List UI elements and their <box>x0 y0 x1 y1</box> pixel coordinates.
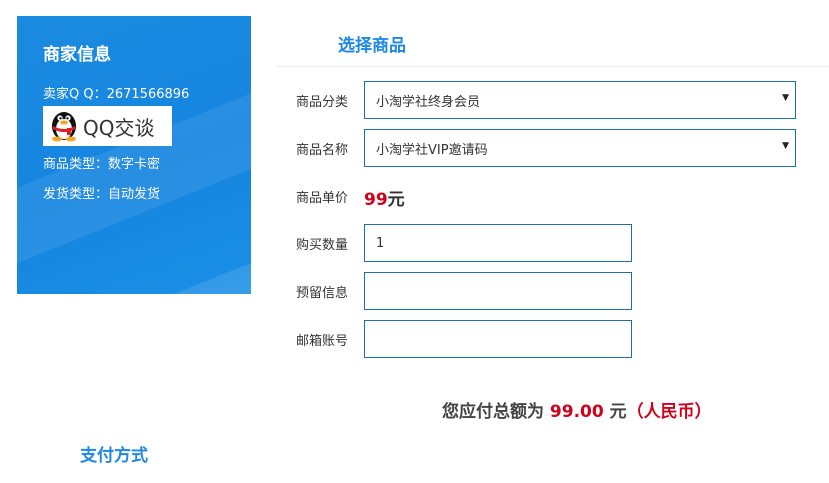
caret-down-icon: ▼ <box>782 141 789 151</box>
unit-price-number: 99 <box>364 190 388 210</box>
product-name-label: 商品名称 <box>296 143 349 158</box>
payment-method-title: 支付方式 <box>80 446 148 466</box>
quantity-value: 1 <box>376 235 385 251</box>
seller-info-title: 商家信息 <box>43 45 111 65</box>
qq-penguin-icon <box>43 106 81 146</box>
quantity-label: 购买数量 <box>296 238 349 253</box>
total-amount: 99.00 <box>549 402 604 422</box>
section-divider <box>276 66 829 67</box>
total-unit: 元 <box>609 402 627 422</box>
unit-price-unit: 元 <box>387 190 405 210</box>
category-select[interactable]: 小淘学社终身会员 ▼ <box>364 81 796 119</box>
qq-chat-button[interactable]: QQ交谈 <box>43 106 172 146</box>
reserved-info-label: 预留信息 <box>296 286 349 301</box>
email-label: 邮箱账号 <box>296 334 349 349</box>
qq-chat-label: QQ交谈 <box>83 115 155 140</box>
total-currency: （人民币） <box>626 402 712 422</box>
seller-info-panel: 商家信息 卖家Q Q：2671566896 QQ交谈 商品类型：数字卡密 发货类… <box>17 16 251 294</box>
reserved-info-input[interactable] <box>364 272 632 310</box>
quantity-input[interactable]: 1 <box>364 224 632 262</box>
seller-product-type: 商品类型：数字卡密 <box>43 157 161 172</box>
total-prefix: 您应付总额为 <box>442 402 544 422</box>
unit-price-value: 99元 <box>364 185 405 210</box>
seller-delivery-type: 发货类型：自动发货 <box>43 187 161 202</box>
category-label: 商品分类 <box>296 95 349 110</box>
email-input[interactable] <box>364 320 632 358</box>
product-name-select[interactable]: 小淘学社VIP邀请码 ▼ <box>364 129 796 167</box>
select-product-title: 选择商品 <box>338 36 406 56</box>
unit-price-label: 商品单价 <box>296 191 349 206</box>
seller-qq-number: 卖家Q Q：2671566896 <box>43 87 190 102</box>
category-selected-value: 小淘学社终身会员 <box>376 94 481 110</box>
product-name-selected-value: 小淘学社VIP邀请码 <box>376 142 488 158</box>
caret-down-icon: ▼ <box>782 93 789 103</box>
total-amount-line: 您应付总额为 99.00 元（人民币） <box>442 397 712 422</box>
panel-decoration <box>137 226 251 294</box>
